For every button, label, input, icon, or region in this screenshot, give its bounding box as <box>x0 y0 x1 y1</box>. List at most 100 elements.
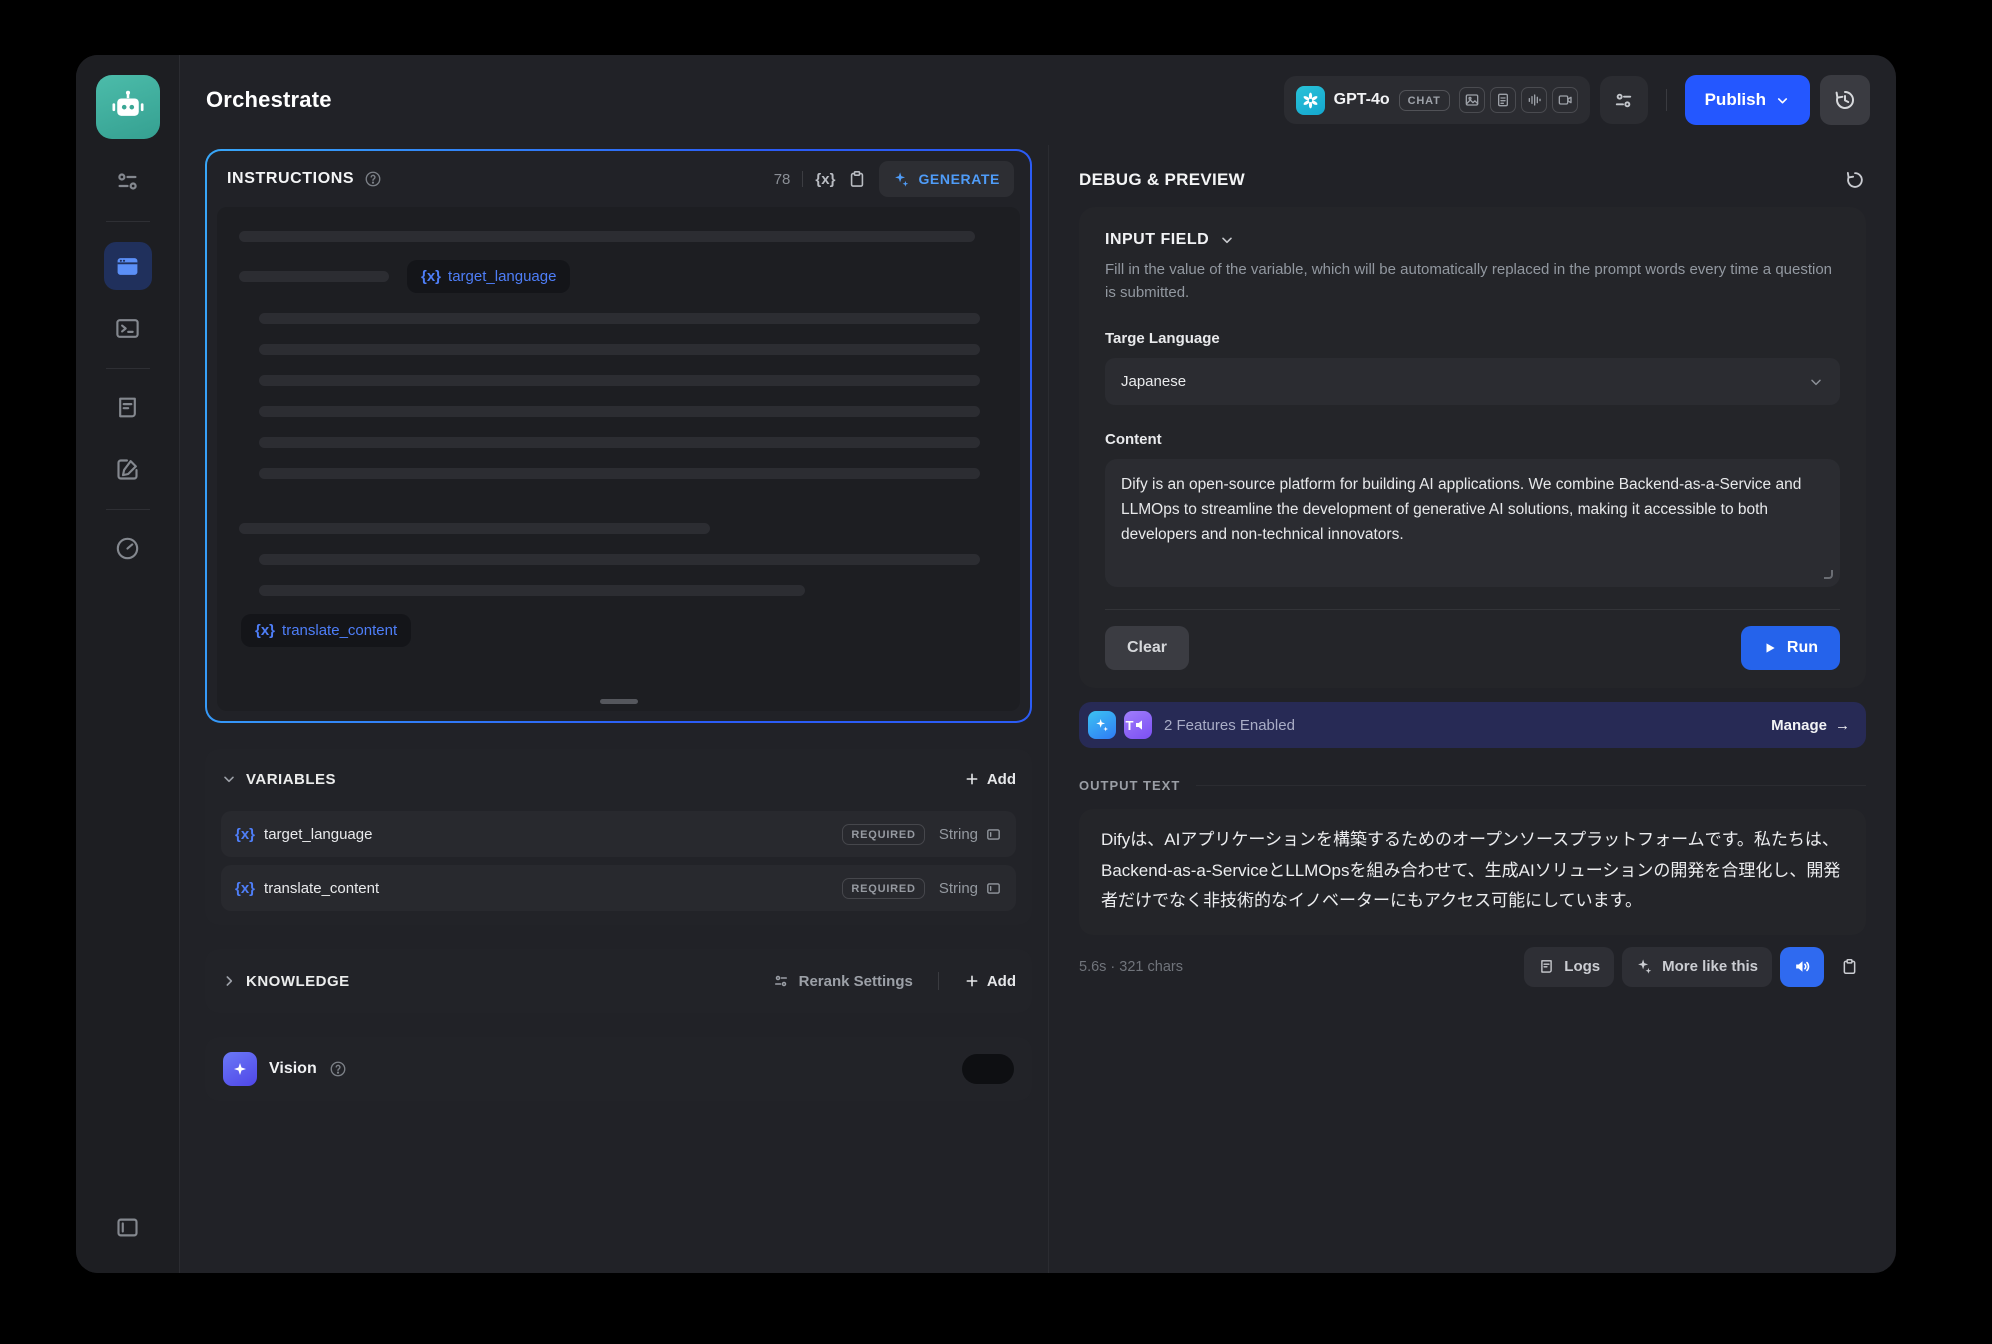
video-capability-icon <box>1552 87 1578 113</box>
screen-background: Orchestrate <box>0 0 1992 1344</box>
variables-header[interactable]: VARIABLES Add <box>221 755 1016 803</box>
clear-button[interactable]: Clear <box>1105 626 1189 670</box>
rail-divider <box>106 221 150 222</box>
refresh-icon <box>1844 169 1866 191</box>
input-field-card: INPUT FIELD Fill in the value of the var… <box>1079 207 1866 688</box>
sliders-icon <box>1612 89 1635 112</box>
variable-name: translate_content <box>264 880 379 897</box>
input-field-description: Fill in the value of the variable, which… <box>1105 259 1840 304</box>
model-parameters-button[interactable] <box>1600 76 1648 124</box>
sidebar-item-annotation[interactable] <box>104 445 152 493</box>
input-field-title: INPUT FIELD <box>1105 231 1209 249</box>
logs-button[interactable]: Logs <box>1524 947 1614 987</box>
skeleton-line <box>259 344 980 355</box>
sidebar-item-tuning[interactable] <box>104 157 152 205</box>
variable-name: target_language <box>264 826 372 843</box>
variables-title: VARIABLES <box>246 771 336 788</box>
variable-type: String <box>939 880 1002 897</box>
variable-glyph: {x} <box>235 826 255 843</box>
target-language-select[interactable]: Japanese <box>1105 358 1840 405</box>
input-field-header[interactable]: INPUT FIELD <box>1105 231 1840 249</box>
input-type-icon <box>985 826 1002 843</box>
more-like-this-label: More like this <box>1662 958 1758 975</box>
more-like-this-button[interactable]: More like this <box>1622 947 1772 987</box>
output-text: Difyは、AIアプリケーションを構築するためのオープンソースプラットフォームで… <box>1101 825 1844 917</box>
variable-chip-translate-content[interactable]: {x} translate_content <box>241 614 411 647</box>
add-variable-button[interactable]: Add <box>964 771 1016 788</box>
reset-button[interactable] <box>1844 169 1866 191</box>
variable-type: String <box>939 826 1002 843</box>
gauge-icon <box>114 535 141 562</box>
skeleton-line <box>259 554 980 565</box>
edit-square-icon <box>114 456 141 483</box>
plus-icon <box>964 973 980 989</box>
sidebar-item-orchestrate[interactable] <box>104 242 152 290</box>
variable-insert-icon[interactable]: {x} <box>815 171 835 188</box>
publish-button[interactable]: Publish <box>1685 75 1810 125</box>
header-separator <box>1666 89 1667 111</box>
skeleton-line <box>259 406 980 417</box>
variable-row-target-language[interactable]: {x} target_language REQUIRED String <box>221 811 1016 857</box>
model-mode-badge: CHAT <box>1399 90 1450 111</box>
variable-row-translate-content[interactable]: {x} translate_content REQUIRED String <box>221 865 1016 911</box>
manage-features-button[interactable]: Manage → <box>1771 717 1850 734</box>
variable-chip-target-language[interactable]: {x} target_language <box>407 260 570 293</box>
sidebar-rail <box>76 55 180 1273</box>
rerank-label: Rerank Settings <box>799 973 913 990</box>
content-input[interactable]: Dify is an open-source platform for buil… <box>1105 459 1840 587</box>
output-card: Difyは、AIアプリケーションを構築するためのオープンソースプラットフォームで… <box>1079 809 1866 935</box>
chevron-right-icon <box>221 973 237 989</box>
rail-divider <box>106 368 150 369</box>
sidebar-item-logs[interactable] <box>104 383 152 431</box>
instructions-editor[interactable]: {x} target_language <box>217 207 1020 711</box>
rerank-settings-button[interactable]: Rerank Settings <box>772 972 913 990</box>
add-knowledge-button[interactable]: Add <box>964 973 1016 990</box>
document-capability-icon <box>1490 87 1516 113</box>
text-to-speech-button[interactable] <box>1780 947 1824 987</box>
char-count: 78 <box>774 171 791 188</box>
version-history-button[interactable] <box>1820 75 1870 125</box>
sidebar-item-terminal[interactable] <box>104 304 152 352</box>
help-icon[interactable] <box>364 170 382 188</box>
chevron-down-icon <box>1808 374 1824 390</box>
speaker-icon <box>1793 957 1812 976</box>
publish-label: Publish <box>1705 90 1766 110</box>
chevron-down-icon <box>221 771 237 787</box>
clipboard-icon[interactable] <box>847 169 867 189</box>
arrow-right-icon: → <box>1835 717 1850 734</box>
top-bar: Orchestrate <box>180 55 1896 145</box>
vision-section: Vision <box>205 1037 1032 1101</box>
features-enabled-banner[interactable]: T 2 Features Enabled Manage → <box>1079 702 1866 748</box>
play-icon <box>1763 641 1777 655</box>
variable-chip-label: target_language <box>448 268 556 285</box>
skeleton-line <box>259 313 980 324</box>
panel-resize-handle[interactable] <box>600 699 638 704</box>
model-selector[interactable]: GPT-4o CHAT <box>1284 76 1590 124</box>
run-button[interactable]: Run <box>1741 626 1840 670</box>
audio-capability-icon <box>1521 87 1547 113</box>
required-badge: REQUIRED <box>842 824 924 845</box>
knowledge-section[interactable]: KNOWLEDGE Rerank Settings Add <box>205 949 1032 1013</box>
output-meta: 5.6s · 321 chars <box>1079 959 1183 975</box>
instructions-panel: INSTRUCTIONS 78 {x} <box>205 149 1032 723</box>
variable-type-label: String <box>939 826 978 843</box>
app-logo-robot-icon[interactable] <box>96 75 160 139</box>
generate-label: GENERATE <box>918 171 1000 187</box>
collapse-sidebar-button[interactable] <box>104 1203 152 1251</box>
help-icon[interactable] <box>329 1060 347 1078</box>
sidebar-item-monitoring[interactable] <box>104 524 152 572</box>
model-capability-badges <box>1459 87 1578 113</box>
sliders-icon <box>772 972 790 990</box>
vision-title: Vision <box>269 1060 317 1078</box>
logs-label: Logs <box>1564 958 1600 975</box>
generate-button[interactable]: GENERATE <box>879 161 1014 197</box>
image-capability-icon <box>1459 87 1485 113</box>
content-label: Content <box>1105 431 1840 448</box>
skeleton-line <box>239 271 389 282</box>
vision-toggle[interactable] <box>962 1054 1014 1084</box>
chevron-down-icon <box>1775 93 1790 108</box>
page-title: Orchestrate <box>206 87 332 113</box>
textarea-resize-handle[interactable] <box>1824 570 1833 579</box>
model-name: GPT-4o <box>1334 91 1390 109</box>
copy-output-button[interactable] <box>1832 947 1866 987</box>
